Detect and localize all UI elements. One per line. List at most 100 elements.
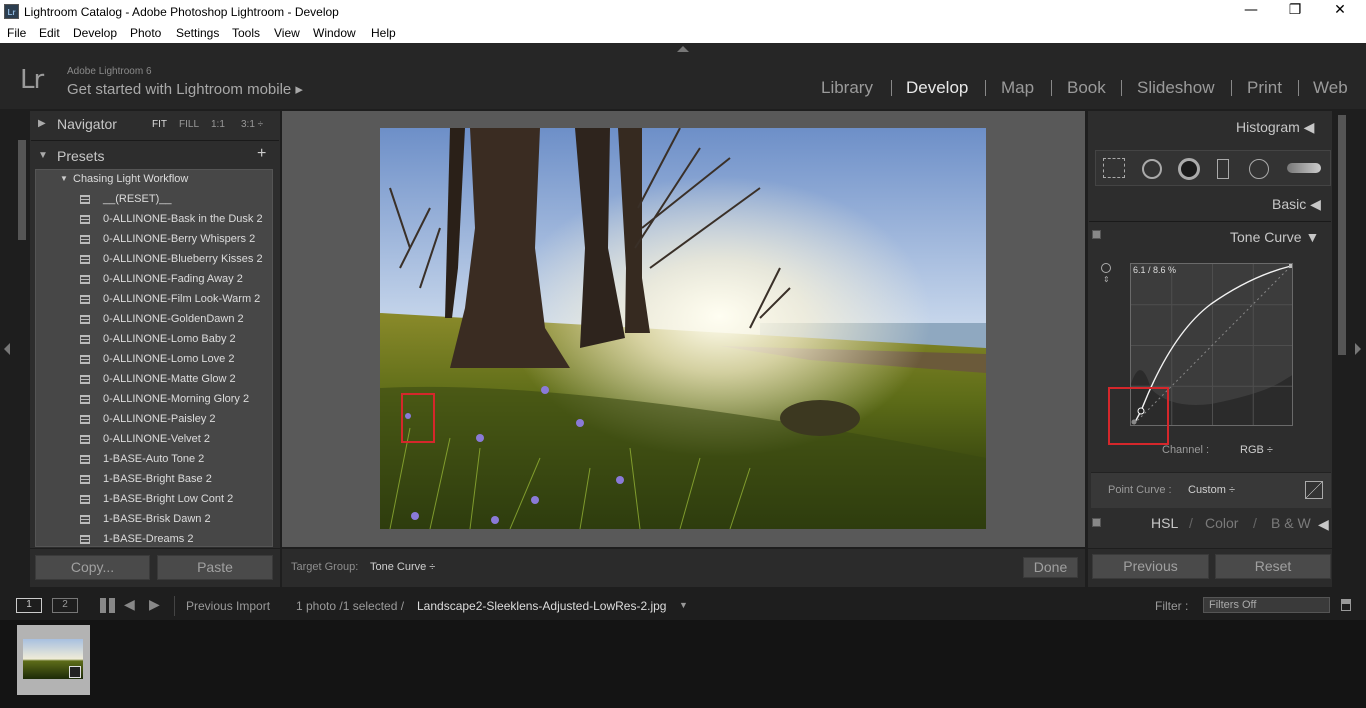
module-library[interactable]: Library bbox=[821, 78, 873, 98]
tone-curve-toggle-icon[interactable] bbox=[1092, 230, 1101, 239]
bw-tab[interactable]: B & W bbox=[1271, 515, 1311, 531]
folder-expand-icon[interactable]: ▼ bbox=[60, 174, 68, 183]
preset-item[interactable]: 1-BASE-Brisk Dawn 2 bbox=[36, 510, 272, 530]
preset-item[interactable]: 0-ALLINONE-Matte Glow 2 bbox=[36, 370, 272, 390]
targeted-adjustment-icon[interactable] bbox=[1101, 263, 1111, 273]
close-icon[interactable]: ✕ bbox=[1325, 2, 1355, 20]
left-panel-scrollbar[interactable] bbox=[18, 140, 26, 240]
menu-window[interactable]: Window bbox=[313, 26, 356, 40]
zoom-3-1[interactable]: 3:1 ÷ bbox=[241, 119, 263, 130]
left-panel-toggle-icon[interactable] bbox=[4, 343, 10, 355]
previous-button[interactable]: Previous bbox=[1092, 554, 1209, 579]
module-book[interactable]: Book bbox=[1067, 78, 1106, 98]
hsl-toggle-icon[interactable] bbox=[1092, 518, 1101, 527]
preset-item[interactable]: 0-ALLINONE-Bask in the Dusk 2 bbox=[36, 210, 272, 230]
preset-item[interactable]: 0-ALLINONE-GoldenDawn 2 bbox=[36, 310, 272, 330]
lightroom-mobile-link[interactable]: Get started with Lightroom mobile ▸ bbox=[67, 80, 303, 98]
filename-dropdown-icon[interactable]: ▼ bbox=[679, 600, 688, 610]
menu-tools[interactable]: Tools bbox=[232, 26, 260, 40]
preset-item[interactable]: 0-ALLINONE-Blueberry Kisses 2 bbox=[36, 250, 272, 270]
target-group-select[interactable]: Tone Curve ÷ bbox=[370, 561, 435, 573]
histogram-header[interactable]: Histogram ◀ bbox=[1236, 119, 1314, 136]
preset-folder[interactable]: ▼ Chasing Light Workflow bbox=[36, 170, 272, 190]
zoom-fit[interactable]: FIT bbox=[152, 119, 167, 130]
preset-icon bbox=[80, 195, 90, 204]
forward-arrow-icon[interactable]: ▶ bbox=[149, 596, 160, 613]
crop-tool-icon[interactable] bbox=[1103, 158, 1125, 178]
tone-curve-header[interactable]: Tone Curve ▼ bbox=[1230, 229, 1319, 245]
basic-header[interactable]: Basic ◀ bbox=[1272, 196, 1321, 213]
menu-help[interactable]: Help bbox=[371, 26, 396, 40]
right-panel-scrollbar[interactable] bbox=[1338, 115, 1346, 355]
main-window-button[interactable]: 1 bbox=[16, 598, 42, 613]
preset-item[interactable]: __(RESET)__ bbox=[36, 190, 272, 210]
zoom-1-1[interactable]: 1:1 bbox=[211, 119, 225, 130]
preset-label: 0-ALLINONE-Matte Glow 2 bbox=[103, 373, 236, 385]
done-button[interactable]: Done bbox=[1023, 557, 1078, 578]
filename[interactable]: Landscape2-Sleeklens-Adjusted-LowRes-2.j… bbox=[417, 599, 666, 613]
preset-item[interactable]: 0-ALLINONE-Film Look-Warm 2 bbox=[36, 290, 272, 310]
color-tab[interactable]: Color bbox=[1205, 515, 1238, 531]
menu-file[interactable]: File bbox=[7, 26, 26, 40]
presets-expand-icon[interactable]: ▼ bbox=[38, 150, 48, 161]
top-panel-toggle-icon[interactable] bbox=[677, 46, 689, 52]
restore-icon[interactable]: ❐ bbox=[1280, 2, 1310, 20]
filmstrip-thumbnail[interactable] bbox=[17, 625, 90, 695]
filter-select[interactable]: Filters Off bbox=[1203, 597, 1330, 613]
edit-point-curve-icon[interactable] bbox=[1305, 481, 1323, 499]
channel-select[interactable]: RGB ÷ bbox=[1240, 444, 1273, 456]
app-version: Adobe Lightroom 6 bbox=[67, 66, 152, 77]
preset-item[interactable]: 1-BASE-Auto Tone 2 bbox=[36, 450, 272, 470]
target-group-label: Target Group: bbox=[291, 561, 359, 573]
menu-photo[interactable]: Photo bbox=[130, 26, 161, 40]
zoom-fill[interactable]: FILL bbox=[179, 119, 199, 130]
navigator-header[interactable]: Navigator bbox=[57, 116, 117, 132]
menu-develop[interactable]: Develop bbox=[73, 26, 117, 40]
preset-item[interactable]: 0-ALLINONE-Morning Glory 2 bbox=[36, 390, 272, 410]
copy-settings-button[interactable]: Copy... bbox=[35, 555, 150, 580]
menu-view[interactable]: View bbox=[274, 26, 300, 40]
filter-lock-icon[interactable] bbox=[1341, 599, 1351, 611]
right-panel-toggle-icon[interactable] bbox=[1355, 343, 1361, 355]
menu-edit[interactable]: Edit bbox=[39, 26, 60, 40]
preset-item[interactable]: 0-ALLINONE-Velvet 2 bbox=[36, 430, 272, 450]
add-preset-icon[interactable]: + bbox=[257, 145, 266, 163]
module-develop[interactable]: Develop bbox=[906, 78, 968, 98]
preset-label: 0-ALLINONE-Bask in the Dusk 2 bbox=[103, 213, 263, 225]
graduated-filter-icon[interactable] bbox=[1217, 159, 1229, 179]
point-curve-select[interactable]: Custom ÷ bbox=[1188, 484, 1235, 496]
red-eye-icon[interactable] bbox=[1178, 158, 1200, 180]
preset-item[interactable]: 0-ALLINONE-Fading Away 2 bbox=[36, 270, 272, 290]
hsl-tab[interactable]: HSL bbox=[1151, 515, 1178, 531]
minimize-icon[interactable]: — bbox=[1236, 2, 1266, 20]
grid-view-icon[interactable] bbox=[100, 598, 115, 613]
preset-item[interactable]: 0-ALLINONE-Berry Whispers 2 bbox=[36, 230, 272, 250]
source-label[interactable]: Previous Import bbox=[186, 599, 270, 613]
hsl-collapse-icon[interactable]: ◀ bbox=[1318, 516, 1329, 533]
menu-settings[interactable]: Settings bbox=[176, 26, 219, 40]
back-arrow-icon[interactable]: ◀ bbox=[124, 596, 135, 613]
module-map[interactable]: Map bbox=[1001, 78, 1034, 98]
module-print[interactable]: Print bbox=[1247, 78, 1282, 98]
module-separator bbox=[1231, 80, 1232, 96]
adjustment-brush-icon[interactable] bbox=[1287, 163, 1321, 173]
preset-item[interactable]: 1-BASE-Bright Base 2 bbox=[36, 470, 272, 490]
presets-header[interactable]: Presets bbox=[57, 148, 104, 164]
reset-button[interactable]: Reset bbox=[1215, 554, 1331, 579]
navigator-expand-icon[interactable]: ▶ bbox=[38, 118, 46, 129]
paste-settings-button[interactable]: Paste bbox=[157, 555, 273, 580]
selection-count: 1 photo /1 selected / bbox=[296, 599, 405, 613]
preset-item[interactable]: 1-BASE-Bright Low Cont 2 bbox=[36, 490, 272, 510]
preset-item[interactable]: 0-ALLINONE-Paisley 2 bbox=[36, 410, 272, 430]
second-window-button[interactable]: 2 bbox=[52, 598, 78, 613]
preset-item[interactable]: 0-ALLINONE-Lomo Baby 2 bbox=[36, 330, 272, 350]
module-slideshow[interactable]: Slideshow bbox=[1137, 78, 1215, 98]
spot-removal-icon[interactable] bbox=[1142, 159, 1162, 179]
radial-filter-icon[interactable] bbox=[1249, 159, 1269, 179]
preset-item[interactable]: 0-ALLINONE-Lomo Love 2 bbox=[36, 350, 272, 370]
preset-icon bbox=[80, 335, 90, 344]
main-photo[interactable] bbox=[380, 128, 986, 529]
preset-item[interactable]: 1-BASE-Dreams 2 bbox=[36, 530, 272, 546]
module-web[interactable]: Web bbox=[1313, 78, 1348, 98]
tat-arrows-icon: ⇕ bbox=[1103, 275, 1110, 284]
